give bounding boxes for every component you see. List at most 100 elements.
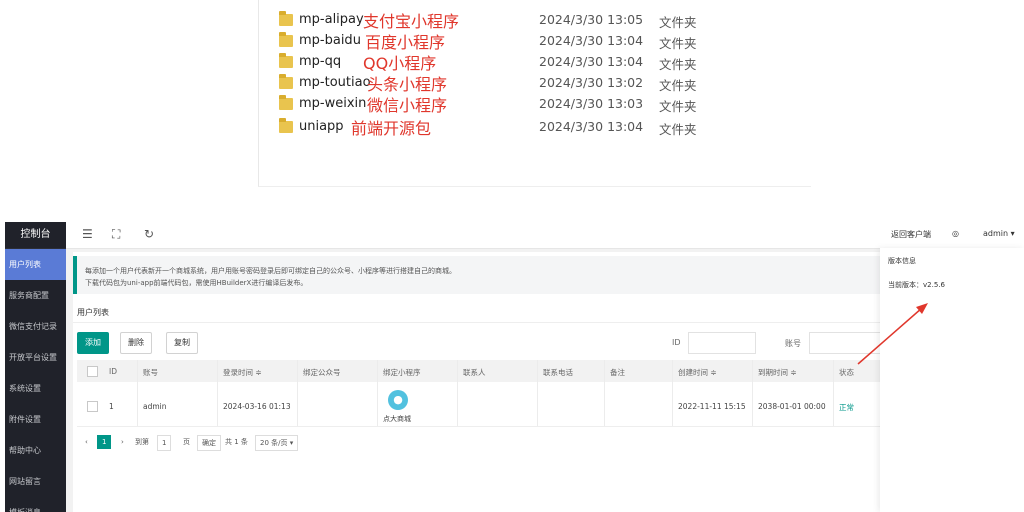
row-checkbox[interactable]: [87, 401, 98, 412]
column-divider: [537, 360, 538, 426]
user-menu[interactable]: admin ▾: [983, 229, 1015, 238]
folder-date: 2024/3/30 13:04: [539, 54, 644, 69]
sidebar-item-system-settings[interactable]: 系统设置: [5, 373, 66, 404]
id-filter-input[interactable]: [688, 332, 756, 354]
prev-page-button[interactable]: ‹: [85, 435, 88, 449]
confirm-button[interactable]: 确定: [197, 435, 221, 451]
folder-row[interactable]: mp-toutiao 头条小程序 2024/3/30 13:02 文件夹: [279, 74, 799, 96]
folder-icon: [279, 53, 293, 68]
folder-annotation: 微信小程序: [367, 96, 448, 115]
folder-row[interactable]: mp-weixin 微信小程序 2024/3/30 13:03 文件夹: [279, 95, 799, 117]
cell-account: admin: [143, 402, 167, 411]
column-header[interactable]: 状态: [839, 367, 854, 378]
cell-login-time: 2024-03-16 01:13: [223, 402, 291, 411]
cell-mini-program: 点大商城: [383, 415, 411, 423]
mini-program-icon[interactable]: ●: [388, 390, 408, 410]
folder-icon: [279, 95, 293, 110]
folder-icon: [279, 118, 293, 133]
notice-line: 下载代码包为uni-app前端代码包，需使用HBuilderX进行编译后发布。: [85, 279, 308, 287]
account-filter-label: 账号: [785, 339, 801, 348]
column-divider: [297, 360, 298, 426]
table-row[interactable]: 1 admin 2024-03-16 01:13 ● 点大商城 2022-11-…: [77, 382, 885, 427]
folder-icon: [279, 74, 293, 89]
sidebar-item-wechat-pay[interactable]: 微信支付记录: [5, 311, 66, 342]
column-header[interactable]: 创建时间 ≑: [678, 367, 717, 378]
folder-row[interactable]: mp-alipay 支付宝小程序 2024/3/30 13:05 文件夹: [279, 11, 799, 33]
folder-type: 文件夹: [659, 15, 697, 30]
folder-row[interactable]: mp-qq QQ小程序 2024/3/30 13:04 文件夹: [279, 53, 799, 75]
sidebar-item-help-center[interactable]: 帮助中心: [5, 435, 66, 466]
main-content: 每添加一个用户代表新开一个商城系统，用户用账号密码登录后即可绑定自己的公众号、小…: [73, 252, 889, 512]
folder-icon: [279, 32, 293, 47]
file-explorer: mp-alipay 支付宝小程序 2024/3/30 13:05 文件夹 mp-…: [258, 0, 811, 187]
copy-button[interactable]: 复制: [166, 332, 198, 354]
refresh-icon[interactable]: ↻: [144, 227, 154, 241]
status-badge: 正常: [839, 403, 854, 412]
column-divider: [752, 360, 753, 426]
column-divider: [217, 360, 218, 426]
menu-collapse-icon[interactable]: ☰: [82, 227, 93, 241]
folder-annotation: 前端开源包: [351, 119, 432, 138]
column-header[interactable]: 登录时间 ≑: [223, 367, 262, 378]
column-header[interactable]: 账号: [143, 367, 158, 378]
page-unit-label: 页: [183, 438, 190, 446]
per-page-select[interactable]: 20 条/页 ▾: [255, 435, 299, 451]
folder-type: 文件夹: [659, 99, 697, 114]
sidebar-item-templates[interactable]: 模板消息: [5, 497, 66, 512]
goto-label: 到第: [135, 438, 149, 446]
column-header[interactable]: 绑定小程序: [383, 367, 421, 378]
folder-date: 2024/3/30 13:05: [539, 12, 644, 27]
current-page[interactable]: 1: [97, 435, 112, 449]
folder-name: uniapp: [299, 119, 344, 134]
sidebar-item-attachment-settings[interactable]: 附件设置: [5, 404, 66, 435]
page-input[interactable]: 1: [157, 435, 172, 451]
back-to-client-link[interactable]: 返回客户端: [891, 229, 931, 240]
folder-type: 文件夹: [659, 36, 697, 51]
column-header[interactable]: 绑定公众号: [303, 367, 341, 378]
folder-type: 文件夹: [659, 122, 697, 137]
folder-date: 2024/3/30 13:04: [539, 33, 644, 48]
folder-name: mp-alipay: [299, 12, 364, 27]
sidebar-item-user-list[interactable]: 用户列表: [5, 249, 66, 280]
sidebar-item-provider-config[interactable]: 服务商配置: [5, 280, 66, 311]
current-version: 当前版本：v2.5.6: [888, 281, 945, 289]
delete-button[interactable]: 删除: [120, 332, 152, 354]
folder-row[interactable]: uniapp 前端开源包 2024/3/30 13:04 文件夹: [279, 118, 799, 140]
sidebar: 控制台 用户列表 服务商配置 微信支付记录 开放平台设置 系统设置 附件设置 帮…: [5, 222, 66, 512]
column-header[interactable]: ID: [109, 367, 117, 376]
id-filter-label: ID: [672, 338, 681, 347]
folder-type: 文件夹: [659, 78, 697, 93]
folder-icon: [279, 11, 293, 26]
column-header[interactable]: 联系电话: [543, 367, 573, 378]
next-page-button[interactable]: ›: [121, 435, 124, 449]
folder-name: mp-qq: [299, 54, 342, 69]
sidebar-title[interactable]: 控制台: [5, 222, 66, 249]
sidebar-item-messages[interactable]: 网站留言: [5, 466, 66, 497]
admin-panel: 控制台 用户列表 服务商配置 微信支付记录 开放平台设置 系统设置 附件设置 帮…: [5, 222, 1024, 512]
account-filter-input[interactable]: [809, 332, 887, 354]
folder-date: 2024/3/30 13:02: [539, 75, 644, 90]
column-header[interactable]: 联系人: [463, 367, 486, 378]
folder-date: 2024/3/30 13:03: [539, 96, 644, 111]
column-divider: [604, 360, 605, 426]
column-header[interactable]: 备注: [610, 367, 625, 378]
add-button[interactable]: 添加: [77, 332, 109, 354]
cell-id: 1: [109, 402, 114, 411]
folder-row[interactable]: mp-baidu 百度小程序 2024/3/30 13:04 文件夹: [279, 32, 799, 54]
column-divider: [833, 360, 834, 426]
column-divider: [457, 360, 458, 426]
folder-name: mp-baidu: [299, 33, 361, 48]
select-all-checkbox[interactable]: [87, 366, 98, 377]
folder-date: 2024/3/30 13:04: [539, 119, 644, 134]
table-header: ID 账号 登录时间 ≑ 绑定公众号 绑定小程序 联系人 联系电话 备注 创建时…: [77, 360, 885, 382]
notice-box: 每添加一个用户代表新开一个商城系统，用户用账号密码登录后即可绑定自己的公众号、小…: [73, 256, 889, 294]
version-title: 版本信息: [888, 257, 916, 265]
fullscreen-icon[interactable]: ⛶: [112, 227, 120, 242]
top-bar: ☰ ⛶ ↻ 返回客户端 ◎ admin ▾: [66, 222, 1024, 249]
sidebar-item-open-platform[interactable]: 开放平台设置: [5, 342, 66, 373]
column-divider: [377, 360, 378, 426]
theme-icon[interactable]: ◎: [952, 229, 959, 238]
column-header[interactable]: 到期时间 ≑: [758, 367, 797, 378]
version-panel: 版本信息 当前版本：v2.5.6: [880, 248, 1024, 512]
cell-expires: 2038-01-01 00:00: [758, 402, 826, 411]
